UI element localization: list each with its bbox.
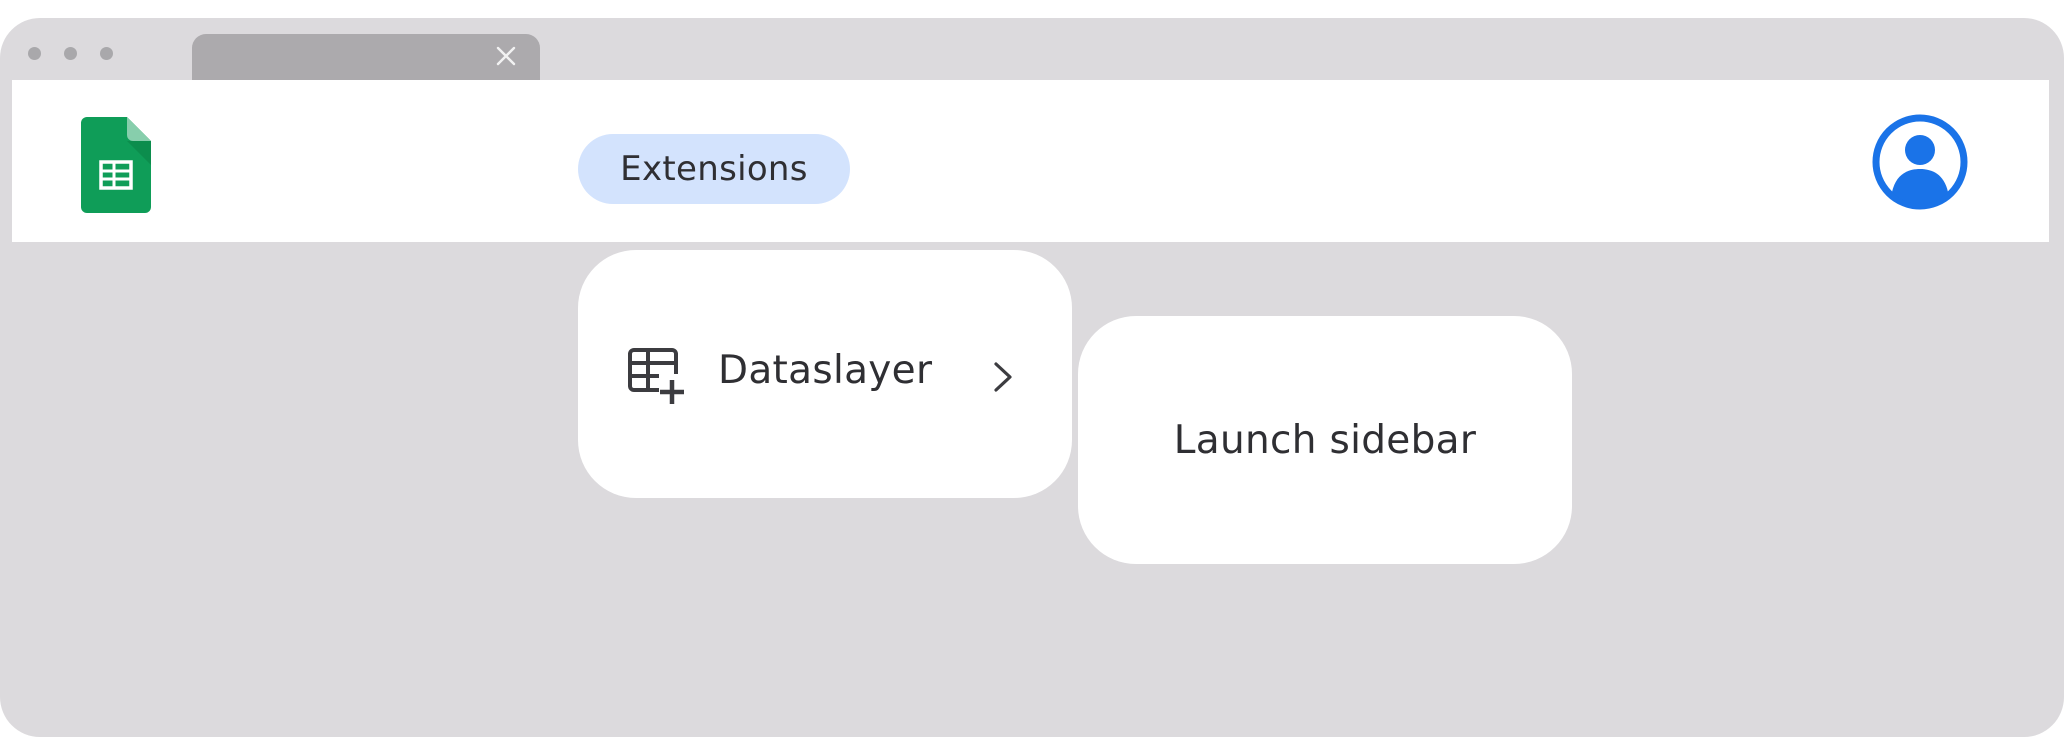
chevron-right-icon: [994, 362, 1012, 392]
window-control-dot[interactable]: [64, 47, 77, 60]
window-control-dot[interactable]: [100, 47, 113, 60]
dataslayer-menu-item[interactable]: Dataslayer: [578, 250, 1072, 498]
app-header: [12, 80, 2049, 242]
dataslayer-label: Dataslayer: [718, 348, 933, 393]
close-icon[interactable]: [494, 44, 518, 68]
account-circle-icon[interactable]: [1872, 114, 1968, 210]
extensions-menu-button[interactable]: Extensions: [578, 134, 850, 204]
launch-sidebar-label: Launch sidebar: [1173, 417, 1477, 463]
google-sheets-icon[interactable]: [81, 117, 151, 213]
window-controls: [28, 47, 113, 60]
window-control-dot[interactable]: [28, 47, 41, 60]
launch-sidebar-menu-item[interactable]: Launch sidebar: [1078, 316, 1572, 564]
table-add-icon: [628, 348, 685, 404]
browser-window: Extensions Dataslayer Launch sidebar: [0, 18, 2064, 737]
browser-tab[interactable]: [192, 34, 540, 80]
